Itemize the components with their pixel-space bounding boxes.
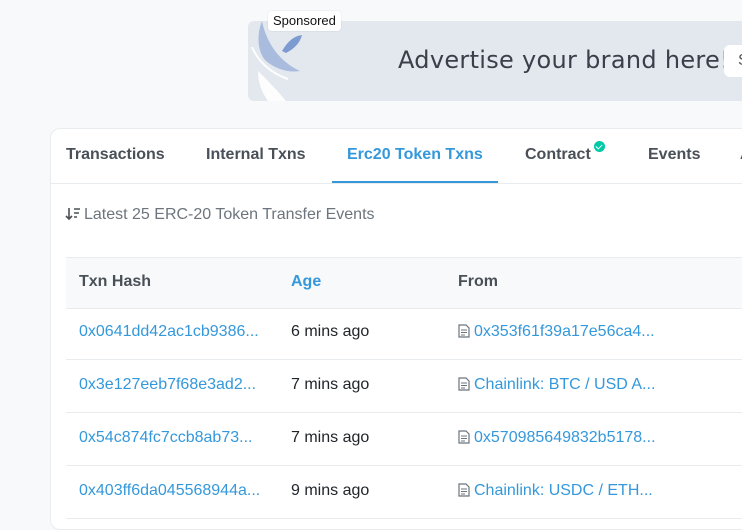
txn-hash-link[interactable]: 0x54c874fc7ccb8ab73...	[79, 413, 266, 463]
table-row: 0x0641dd42ac1cb9386... 6 mins ago 0x353f…	[66, 307, 742, 360]
tab-more[interactable]: A	[725, 129, 742, 183]
table-row: 0x54c874fc7ccb8ab73... 7 mins ago 0x5709…	[66, 413, 742, 466]
txn-age: 6 mins ago	[291, 323, 370, 340]
contract-file-icon	[458, 377, 470, 391]
ad-headline: Advertise your brand here!	[398, 46, 731, 74]
from-address[interactable]: Chainlink: BTC / USD A...	[458, 360, 673, 410]
from-address-link: Chainlink: BTC / USD A...	[474, 376, 656, 393]
table-header: Txn Hash Age From	[66, 257, 742, 309]
from-address-link: Chainlink: USDC / ETH...	[474, 482, 653, 499]
col-from: From	[458, 273, 498, 290]
verified-check-icon	[593, 141, 605, 153]
txn-age: 7 mins ago	[291, 429, 370, 446]
leaf-logo-icon	[251, 21, 302, 101]
tab-erc20-token-txns[interactable]: Erc20 Token Txns	[332, 129, 498, 183]
contract-file-icon	[458, 324, 470, 338]
tab-internal-txns[interactable]: Internal Txns	[191, 129, 321, 183]
table-row: 0x3e127eeb7f68e3ad2... 7 mins ago Chainl…	[66, 360, 742, 413]
tab-transactions[interactable]: Transactions	[51, 129, 180, 183]
txn-hash-link[interactable]: 0x0641dd42ac1cb9386...	[79, 307, 266, 357]
ad-banner[interactable]: Advertise your brand here! S	[248, 21, 742, 101]
col-age[interactable]: Age	[291, 258, 321, 306]
tab-bar: Transactions Internal Txns Erc20 Token T…	[51, 129, 742, 184]
sponsored-label: Sponsored	[268, 11, 341, 31]
col-txn-hash: Txn Hash	[79, 273, 152, 290]
txn-hash-link[interactable]: 0x3e127eeb7f68e3ad2...	[79, 360, 266, 410]
tab-contract-label: Contract	[525, 146, 591, 163]
summary-text: Latest 25 ERC-20 Token Transfer Events	[84, 206, 375, 223]
txn-age: 9 mins ago	[291, 482, 370, 499]
txn-age: 7 mins ago	[291, 376, 370, 393]
from-address-link: 0x570985649832b5178...	[474, 429, 656, 446]
table-row: 0x403ff6da045568944a... 9 mins ago Chain…	[66, 466, 742, 519]
sort-desc-icon	[65, 208, 80, 221]
from-address-link: 0x353f61f39a17e56ca4...	[474, 323, 655, 340]
contract-file-icon	[458, 483, 470, 497]
from-address[interactable]: Chainlink: USDC / ETH...	[458, 466, 673, 516]
transfer-summary: Latest 25 ERC-20 Token Transfer Events	[65, 206, 375, 224]
ad-cta-button[interactable]: S	[724, 45, 742, 77]
contract-card: Transactions Internal Txns Erc20 Token T…	[50, 128, 742, 530]
from-address[interactable]: 0x353f61f39a17e56ca4...	[458, 307, 673, 357]
contract-file-icon	[458, 430, 470, 444]
txn-hash-link[interactable]: 0x403ff6da045568944a...	[79, 466, 266, 516]
tab-contract[interactable]: Contract	[510, 129, 620, 183]
tab-events[interactable]: Events	[633, 129, 715, 183]
from-address[interactable]: 0x570985649832b5178...	[458, 413, 673, 463]
